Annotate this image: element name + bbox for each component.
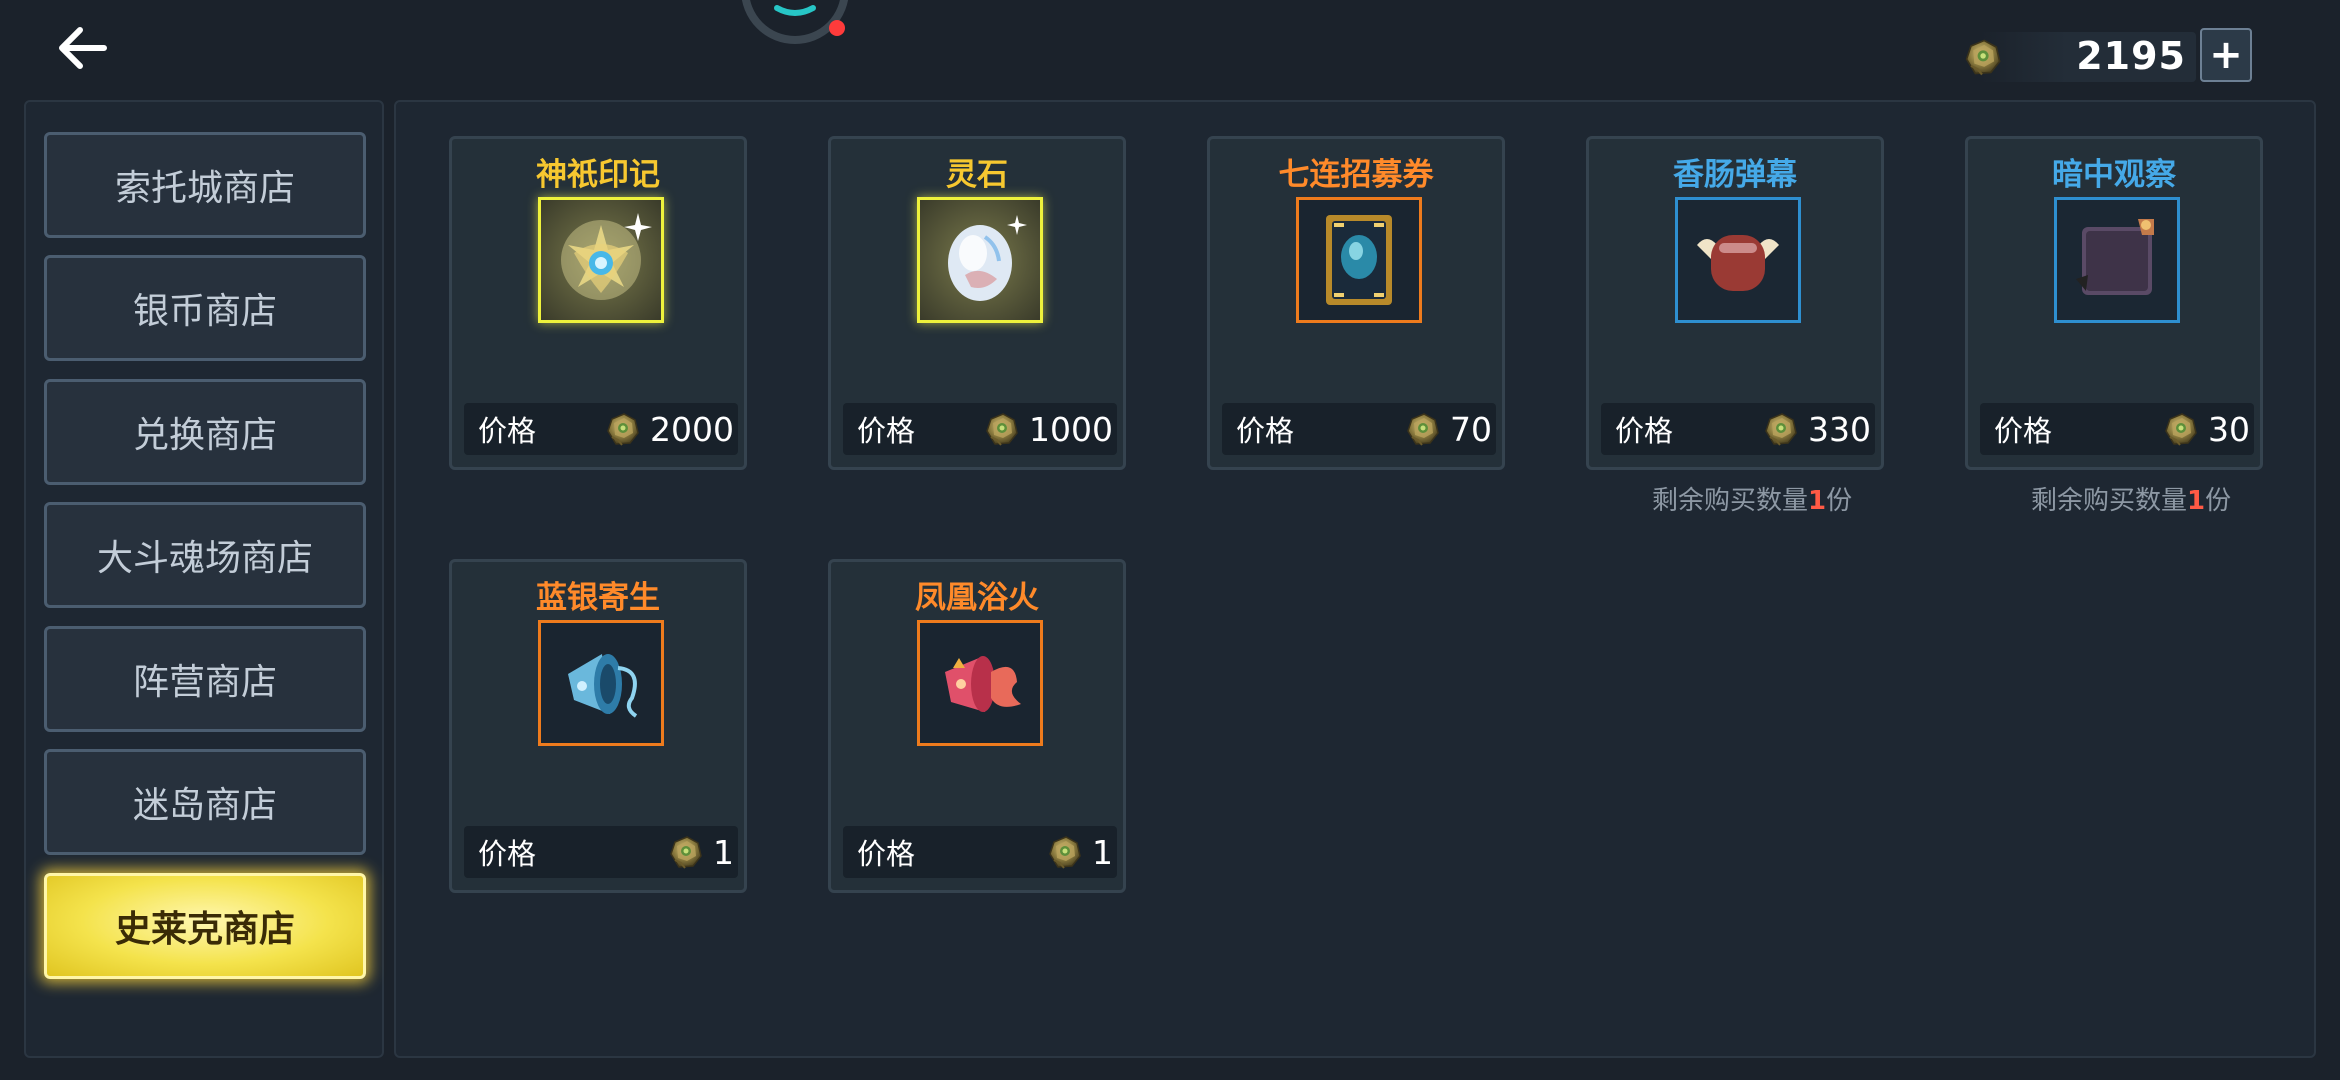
secret-observe-icon [2076, 219, 2154, 295]
item-name: 灵石 [946, 157, 1008, 193]
price-row: 价格 330 [1601, 403, 1875, 455]
sidebar-item-label: 索托城商店 [114, 168, 295, 209]
divine-mark-icon [561, 213, 652, 300]
shop-item-card[interactable]: 灵石 价格 1000 [828, 136, 1126, 470]
item-name: 蓝银寄生 [536, 580, 660, 616]
item-icon-frame [538, 197, 664, 323]
price-label: 价格 [478, 837, 537, 871]
price-value: 2000 [650, 409, 734, 449]
item-name: 七连招募券 [1278, 157, 1434, 193]
shop-item-card[interactable]: 凤凰浴火 价格 1 [828, 559, 1126, 893]
price-row: 价格 30 [1980, 403, 2254, 455]
plus-icon: + [2209, 32, 2243, 78]
coin-icon [602, 409, 642, 449]
sidebar-item-label: 史莱克商店 [114, 909, 295, 950]
shop-item-card[interactable]: 神祇印记 价格 2000 [449, 136, 747, 470]
sidebar-item-label: 阵营商店 [132, 662, 277, 703]
price-label: 价格 [1236, 414, 1295, 448]
item-name: 暗中观察 [2052, 157, 2176, 193]
coin-icon [1960, 35, 2004, 79]
recruit-ticket-icon [1326, 215, 1392, 305]
sidebar-item-label: 银币商店 [132, 291, 277, 332]
coin-icon [665, 832, 705, 872]
price-label: 价格 [1994, 414, 2053, 448]
price-label: 价格 [478, 414, 537, 448]
price-row: 价格 2000 [464, 403, 738, 455]
sidebar-item-suotuo-shop[interactable]: 索托城商店 [44, 132, 366, 238]
blue-silver-horn-icon [568, 654, 638, 718]
shop-item-card[interactable]: 暗中观察 价格 30 [1965, 136, 2263, 470]
shop-item-grid: 神祇印记 价格 2000 灵石 价格 1000 七连招募券 价格 70 香肠弹幕… [394, 100, 2316, 1058]
sidebar-item-label: 兑换商店 [132, 415, 277, 456]
price-label: 价格 [857, 414, 916, 448]
phoenix-horn-icon [945, 656, 1021, 712]
remaining-purchase-text: 剩余购买数量1份 [1652, 486, 1853, 516]
price-label: 价格 [1615, 414, 1674, 448]
remaining-purchase-text: 剩余购买数量1份 [2031, 486, 2232, 516]
shop-item-card[interactable]: 香肠弹幕 价格 330 [1586, 136, 1884, 470]
coin-icon [1402, 409, 1442, 449]
currency-display: 2195 + [1960, 28, 2256, 86]
shop-item-card[interactable]: 七连招募券 价格 70 [1207, 136, 1505, 470]
sidebar-item-shrek-shop[interactable]: 史莱克商店 [44, 873, 366, 979]
item-icon-frame [917, 197, 1043, 323]
price-row: 价格 1 [843, 826, 1117, 878]
add-currency-button[interactable]: + [2200, 28, 2252, 82]
price-value: 1 [1092, 832, 1113, 872]
currency-amount: 2195 [2076, 34, 2186, 78]
item-icon-frame [538, 620, 664, 746]
price-value: 1 [713, 832, 734, 872]
price-row: 价格 1 [464, 826, 738, 878]
coin-icon [1760, 409, 1800, 449]
item-name: 香肠弹幕 [1673, 157, 1797, 193]
item-icon-frame [1675, 197, 1801, 323]
price-value: 70 [1450, 409, 1492, 449]
item-icon-frame [1296, 197, 1422, 323]
sidebar-item-silver-shop[interactable]: 银币商店 [44, 255, 366, 361]
item-name: 凤凰浴火 [915, 580, 1039, 616]
item-icon-frame [2054, 197, 2180, 323]
sidebar-item-faction-shop[interactable]: 阵营商店 [44, 626, 366, 732]
back-button[interactable] [52, 22, 112, 74]
coin-icon [1044, 832, 1084, 872]
sidebar-item-island-shop[interactable]: 迷岛商店 [44, 749, 366, 855]
price-row: 价格 70 [1222, 403, 1496, 455]
price-value: 330 [1808, 409, 1871, 449]
price-value: 30 [2208, 409, 2250, 449]
shop-sidebar: 索托城商店 银币商店 兑换商店 大斗魂场商店 阵营商店 迷岛商店 史莱克商店 [24, 100, 384, 1058]
price-row: 价格 1000 [843, 403, 1117, 455]
coin-icon [981, 409, 1021, 449]
price-label: 价格 [857, 837, 916, 871]
arrow-left-icon [59, 27, 107, 69]
sidebar-item-label: 迷岛商店 [132, 785, 277, 826]
shop-item-card[interactable]: 蓝银寄生 价格 1 [449, 559, 747, 893]
coin-icon [2160, 409, 2200, 449]
price-value: 1000 [1029, 409, 1113, 449]
pull-indicator-icon [735, 0, 855, 44]
item-name: 神祇印记 [536, 157, 660, 193]
sidebar-item-label: 大斗魂场商店 [96, 538, 313, 579]
sausage-barrage-icon [1697, 235, 1779, 291]
spirit-stone-icon [948, 215, 1027, 301]
sidebar-item-arena-shop[interactable]: 大斗魂场商店 [44, 502, 366, 608]
item-icon-frame [917, 620, 1043, 746]
sidebar-item-exchange-shop[interactable]: 兑换商店 [44, 379, 366, 485]
